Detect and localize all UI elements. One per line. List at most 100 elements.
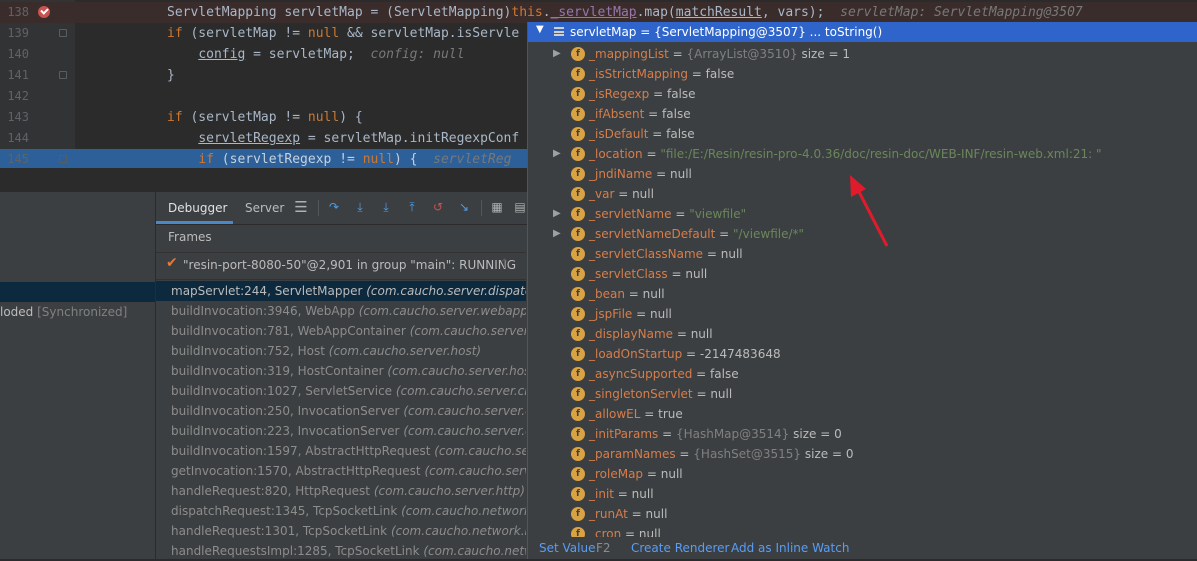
field-row[interactable]: f _init = null: [528, 484, 1197, 504]
code-token: servletMap: ServletMapping@3507: [840, 5, 1083, 20]
stack-frame[interactable]: dispatchRequest:1345, TcpSocketLink (com…: [156, 501, 526, 521]
field-row[interactable]: f _initParams = {HashMap@3514} size = 0: [528, 424, 1197, 444]
force-step-into-icon[interactable]: ⤓: [378, 199, 394, 215]
field-row[interactable]: f _displayName = null: [528, 324, 1197, 344]
add-inline-watch-link[interactable]: Add as Inline Watch: [731, 537, 849, 559]
run-to-cursor-icon[interactable]: ↘: [456, 199, 472, 215]
field-row[interactable]: ▶ f _location = "file:/E:/Resin/resin-pro-…: [528, 144, 1197, 164]
field-row[interactable]: f _roleMap = null: [528, 464, 1197, 484]
code-text: if (servletMap != null && servletMap.isS…: [167, 23, 519, 44]
field-label: _servletClass = null: [589, 267, 708, 281]
stack-frame[interactable]: buildInvocation:319, HostContainer (com.…: [156, 361, 526, 381]
evaluate-expression-icon[interactable]: ▦: [489, 199, 505, 215]
trace-icon[interactable]: ▤: [512, 199, 528, 215]
drop-frame-icon[interactable]: ↺: [430, 199, 446, 215]
fold-marker-icon[interactable]: [59, 71, 67, 79]
expand-arrow-icon[interactable]: ▶: [553, 44, 561, 64]
set-value-link[interactable]: Set Value: [539, 537, 595, 559]
thread-running-check-icon: ✔: [166, 255, 178, 271]
create-renderer-link[interactable]: Create Renderer: [631, 537, 729, 559]
field-row[interactable]: f _runAt = null: [528, 504, 1197, 524]
stack-frame[interactable]: handleRequestsImpl:1285, TcpSocketLink (…: [156, 541, 526, 561]
frame-method: buildInvocation:250, InvocationServer: [171, 404, 400, 418]
frame-method: buildInvocation:752, Host: [171, 344, 325, 358]
fold-marker-icon[interactable]: [59, 29, 67, 37]
field-icon: f: [571, 307, 585, 321]
popup-header[interactable]: ▼ servletMap = {ServletMapping@3507} ...…: [528, 22, 1197, 42]
code-token: servletRegexp: [198, 131, 301, 146]
layout-menu-icon[interactable]: ☰: [293, 199, 309, 215]
field-row[interactable]: f _isDefault = false: [528, 124, 1197, 144]
field-name: _loadOnStartup: [589, 347, 683, 361]
field-row[interactable]: f _servletClassName = null: [528, 244, 1197, 264]
frame-method: buildInvocation:1597, AbstractHttpReques…: [171, 444, 431, 458]
field-row[interactable]: f _isRegexp = false: [528, 84, 1197, 104]
field-row[interactable]: ▶ f _servletNameDefault = "/viewfile/*": [528, 224, 1197, 244]
field-row[interactable]: f _var = null: [528, 184, 1197, 204]
tab-debugger[interactable]: Debugger: [168, 201, 227, 215]
field-icon: f: [571, 207, 585, 221]
field-name: _paramNames: [589, 447, 676, 461]
field-name: _var: [589, 187, 615, 201]
arrow-up-icon[interactable]: ↑: [499, 257, 510, 272]
chevron-down-icon[interactable]: ▼: [536, 24, 544, 35]
stack-frame[interactable]: mapServlet:244, ServletMapper (com.cauch…: [156, 281, 526, 301]
field-row[interactable]: f _servletClass = null: [528, 264, 1197, 284]
field-row[interactable]: f _jndiName = null: [528, 164, 1197, 184]
fold-marker-icon[interactable]: [59, 155, 67, 163]
field-row[interactable]: f _isStrictMapping = false: [528, 64, 1197, 84]
expand-arrow-icon[interactable]: ▶: [553, 204, 561, 224]
frame-method: getInvocation:1570, AbstractHttpRequest: [171, 464, 421, 478]
field-value: {ArrayList@3510}: [686, 47, 798, 61]
popup-header-text: servletMap = {ServletMapping@3507} ... t…: [570, 25, 883, 39]
field-value: null: [649, 307, 672, 321]
step-out-icon[interactable]: ⤒: [404, 199, 420, 215]
field-icon: f: [571, 367, 585, 381]
field-row[interactable]: f _singletonServlet = null: [528, 384, 1197, 404]
code-line[interactable]: 138 ServletMapping servletMap = (ServletM…: [0, 2, 1197, 23]
stack-frame[interactable]: buildInvocation:223, InvocationServer (c…: [156, 421, 526, 441]
frame-package: (com.caucho.network.listen): [390, 524, 526, 538]
toolbar-separator: [481, 200, 482, 216]
code-token: matchResult: [675, 5, 762, 20]
thread-selector[interactable]: ✔ "resin-port-8080-50"@2,901 in group "m…: [156, 252, 526, 280]
field-name: _singletonServlet: [589, 387, 693, 401]
frame-method: handleRequest:1301, TcpSocketLink: [171, 524, 388, 538]
field-row[interactable]: f _loadOnStartup = -2147483648: [528, 344, 1197, 364]
field-row[interactable]: f _jspFile = null: [528, 304, 1197, 324]
field-row[interactable]: ▶ f _servletName = "viewfile": [528, 204, 1197, 224]
field-row[interactable]: f _bean = null: [528, 284, 1197, 304]
tab-server[interactable]: Server: [245, 201, 284, 215]
stack-frame[interactable]: buildInvocation:1027, ServletService (co…: [156, 381, 526, 401]
field-name: _servletClassName: [589, 247, 704, 261]
field-row[interactable]: f _ifAbsent = false: [528, 104, 1197, 124]
code-token: config: null: [370, 47, 465, 62]
left-status: loded [Synchronized]: [0, 305, 127, 319]
step-into-icon[interactable]: ⤓: [352, 199, 368, 215]
code-token: , vars);: [761, 5, 841, 20]
field-row[interactable]: f _paramNames = {HashSet@3515} size = 0: [528, 444, 1197, 464]
expand-arrow-icon[interactable]: ▶: [553, 224, 561, 244]
expand-arrow-icon[interactable]: ▶: [553, 144, 561, 164]
code-token: servletReg: [433, 152, 512, 167]
frame-method: buildInvocation:781, WebAppContainer: [171, 324, 406, 338]
stack-frame[interactable]: buildInvocation:250, InvocationServer (c…: [156, 401, 526, 421]
field-row[interactable]: ▶ f _mappingList = {ArrayList@3510} size =…: [528, 44, 1197, 64]
field-row[interactable]: f _allowEL = true: [528, 404, 1197, 424]
field-icon: f: [571, 267, 585, 281]
stack-frame[interactable]: buildInvocation:3946, WebApp (com.caucho…: [156, 301, 526, 321]
code-token: null: [307, 110, 340, 125]
field-label: _roleMap = null: [589, 467, 683, 481]
stack-frame[interactable]: handleRequest:1301, TcpSocketLink (com.c…: [156, 521, 526, 541]
stack-frame[interactable]: buildInvocation:752, Host (com.caucho.se…: [156, 341, 526, 361]
stack-frame[interactable]: buildInvocation:781, WebAppContainer (co…: [156, 321, 526, 341]
stack-frame[interactable]: getInvocation:1570, AbstractHttpRequest …: [156, 461, 526, 481]
stack-frame[interactable]: buildInvocation:1597, AbstractHttpReques…: [156, 441, 526, 461]
field-value: null: [632, 187, 654, 201]
stack-frame[interactable]: handleRequest:820, HttpRequest (com.cauc…: [156, 481, 526, 501]
step-over-icon[interactable]: ↷: [326, 199, 342, 215]
breakpoint-icon[interactable]: [38, 6, 50, 18]
field-icon: f: [571, 147, 585, 161]
frame-package: (com.caucho.server.webapp): [358, 304, 526, 318]
field-row[interactable]: f _asyncSupported = false: [528, 364, 1197, 384]
